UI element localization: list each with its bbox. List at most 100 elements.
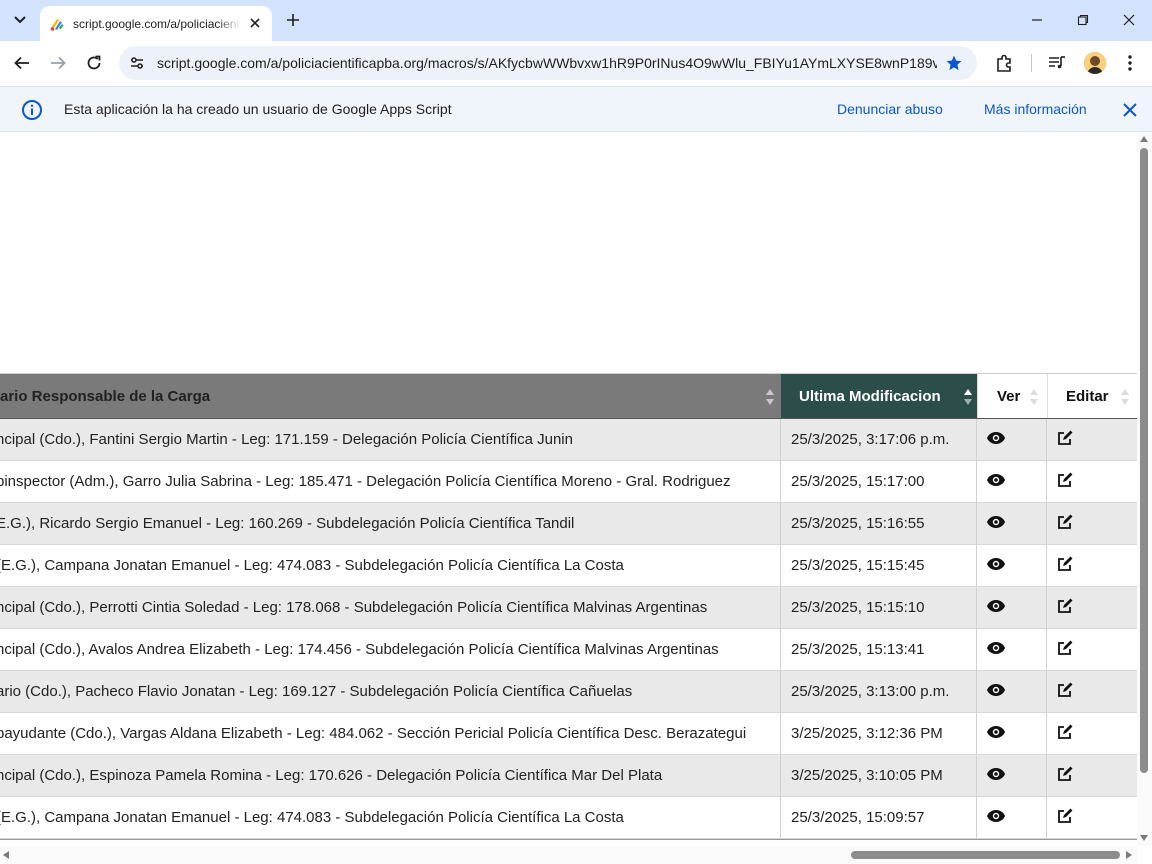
view-button[interactable] [977,755,1047,796]
puzzle-icon [997,54,1011,72]
edit-button[interactable] [1047,503,1137,544]
cell-modificacion: 25/3/2025, 15:09:57 [781,797,977,838]
cell-modificacion: 25/3/2025, 15:16:55 [781,503,977,544]
records-table: ario Responsable de la Carga Ultima Modi… [0,373,1137,839]
eye-icon [987,431,1005,448]
close-window-button[interactable] [1109,4,1149,36]
view-button[interactable] [977,671,1047,712]
scroll-up-arrow-icon[interactable] [1140,136,1148,142]
table-bottom-border [0,839,1137,840]
edit-button[interactable] [1047,629,1137,670]
cell-modificacion: 3/25/2025, 3:12:36 PM [781,713,977,754]
url-text[interactable]: script.google.com/a/policiacientificapba… [157,55,937,71]
forward-button[interactable] [44,49,72,77]
view-button[interactable] [977,545,1047,586]
vertical-scrollbar[interactable] [1137,132,1152,846]
view-button[interactable] [977,797,1047,838]
edit-icon [1057,598,1073,618]
view-button[interactable] [977,587,1047,628]
cell-responsable: ncipal (Cdo.), Fantini Sergio Martin - L… [0,419,781,460]
browser-toolbar: script.google.com/a/policiacientificapba… [0,41,1152,86]
media-control-button[interactable] [1045,51,1069,75]
infobar-close-button[interactable] [1120,100,1140,120]
kebab-icon [1128,55,1132,71]
tab-strip: script.google.com/a/policiacientificapba… [0,0,1152,41]
column-header-editar[interactable]: Editar [1047,374,1137,418]
scroll-right-arrow-icon[interactable] [1126,851,1132,859]
site-info-button[interactable] [125,51,149,75]
column-header-responsable[interactable]: ario Responsable de la Carga [0,374,781,418]
scroll-down-arrow-icon[interactable] [1140,835,1148,841]
view-button[interactable] [977,713,1047,754]
apps-script-infobar: Esta aplicación la ha creado un usuario … [0,86,1152,132]
cell-responsable: ario (Cdo.), Pacheco Flavio Jonatan - Le… [0,671,781,712]
chrome-menu-button[interactable] [1118,51,1142,75]
cell-responsable-text: E.G.), Ricardo Sergio Emanuel - Leg: 160… [0,515,575,532]
tab-search-button[interactable] [6,7,34,33]
sort-icon [964,389,972,405]
scroll-left-arrow-icon[interactable] [3,851,9,859]
edit-button[interactable] [1047,755,1137,796]
restore-button[interactable] [1063,4,1103,36]
sort-icon [766,389,774,405]
more-info-link[interactable]: Más información [984,101,1087,117]
cell-responsable-text: ncipal (Cdo.), Fantini Sergio Martin - L… [0,431,573,448]
avatar[interactable] [1084,52,1106,74]
reload-button[interactable] [80,49,108,77]
edit-icon [1057,640,1073,660]
edit-button[interactable] [1047,671,1137,712]
column-header-editar-label: Editar [1066,387,1109,405]
column-header-modificacion[interactable]: Ultima Modificacion [781,374,977,418]
cell-responsable-text: ncipal (Cdo.), Avalos Andrea Elizabeth -… [0,641,719,658]
cell-responsable: ncipal (Cdo.), Avalos Andrea Elizabeth -… [0,629,781,670]
edit-button[interactable] [1047,419,1137,460]
address-bar[interactable]: script.google.com/a/policiacientificapba… [119,46,977,80]
edit-icon [1057,430,1073,450]
edit-button[interactable] [1047,461,1137,502]
cell-responsable-text: ncipal (Cdo.), Perrotti Cintia Soledad -… [0,599,708,616]
view-button[interactable] [977,503,1047,544]
cell-modificacion: 25/3/2025, 3:17:06 p.m. [781,419,977,460]
view-button[interactable] [977,419,1047,460]
edit-button[interactable] [1047,545,1137,586]
edit-icon [1057,556,1073,576]
sort-icon [1121,389,1129,405]
eye-icon [987,641,1005,658]
column-header-ver[interactable]: Ver [977,374,1047,418]
back-button[interactable] [8,49,36,77]
table-row: ncipal (Cdo.), Avalos Andrea Elizabeth -… [0,629,1137,671]
toolbar-separator [1031,54,1032,72]
close-icon [1123,103,1137,117]
cell-responsable: ncipal (Cdo.), Perrotti Cintia Soledad -… [0,587,781,628]
column-header-ver-label: Ver [997,387,1021,405]
edit-button[interactable] [1047,797,1137,838]
view-button[interactable] [977,461,1047,502]
minimize-button[interactable] [1017,4,1057,36]
tab-close-button[interactable] [247,15,263,31]
bookmark-button[interactable] [945,54,963,72]
column-header-responsable-label: ario Responsable de la Carga [0,387,211,405]
tab-title: script.google.com/a/policiacientificapba… [73,16,241,31]
horizontal-scrollbar[interactable] [0,846,1137,864]
eye-icon [987,683,1005,700]
edit-icon [1057,808,1073,828]
extensions-button[interactable] [993,51,1017,75]
edit-button[interactable] [1047,587,1137,628]
eye-icon [987,473,1005,490]
eye-icon [987,767,1005,784]
horizontal-scroll-thumb[interactable] [851,851,1120,859]
report-abuse-link[interactable]: Denunciar abuso [837,101,943,117]
apps-script-icon [50,18,64,31]
cell-responsable-text: bayudante (Cdo.), Vargas Aldana Elizabet… [0,725,747,742]
sort-icon [1030,389,1038,405]
active-tab[interactable]: script.google.com/a/policiacientificapba… [40,6,272,41]
edit-icon [1057,766,1073,786]
new-tab-button[interactable] [282,9,304,31]
table-row: bayudante (Cdo.), Vargas Aldana Elizabet… [0,713,1137,755]
edit-icon [1057,514,1073,534]
table-row: E.G.), Ricardo Sergio Emanuel - Leg: 160… [0,503,1137,545]
edit-button[interactable] [1047,713,1137,754]
view-button[interactable] [977,629,1047,670]
vertical-scroll-thumb[interactable] [1140,148,1148,773]
edit-icon [1057,724,1073,744]
